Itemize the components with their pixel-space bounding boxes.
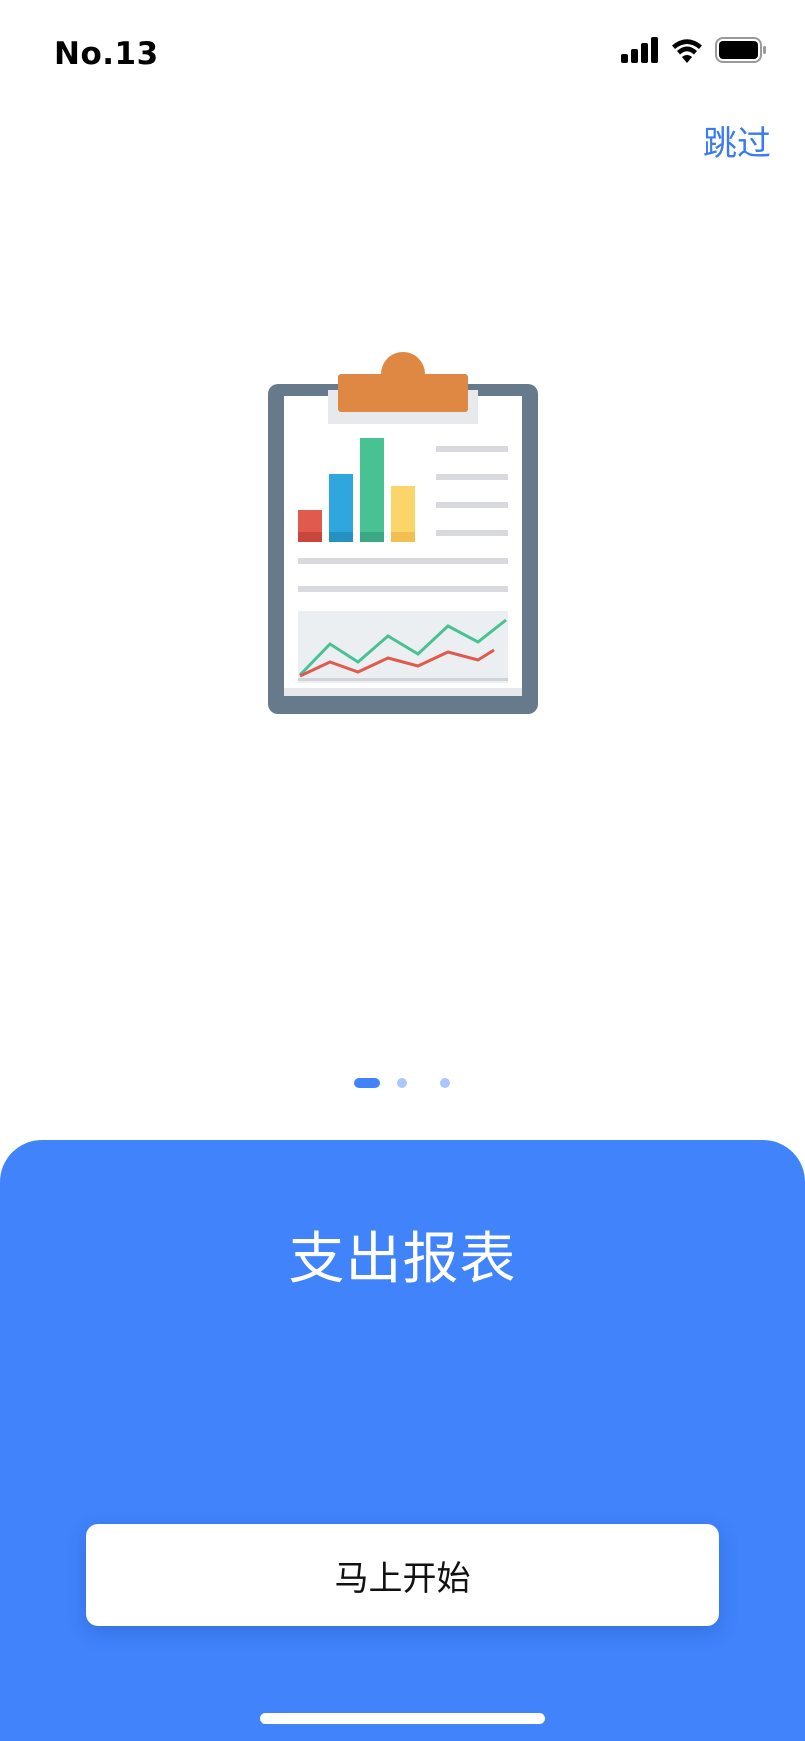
start-button-label: 马上开始 — [334, 1558, 471, 1599]
bar-blue — [329, 474, 353, 542]
page-dot-active[interactable] — [354, 1078, 380, 1088]
status-icons — [621, 36, 767, 68]
signal-icon — [621, 37, 659, 67]
page-title: 支出报表 — [288, 1227, 517, 1292]
status-time: No.13 — [54, 36, 159, 72]
page-dot[interactable] — [440, 1078, 450, 1088]
clipboard-report-icon — [266, 352, 540, 714]
wifi-icon — [671, 37, 703, 67]
skip-button[interactable]: 跳过 — [703, 122, 771, 166]
status-bar: No.13 — [0, 0, 805, 100]
mini-chart-panel — [298, 611, 508, 683]
battery-icon — [715, 37, 767, 67]
home-indicator[interactable] — [260, 1713, 545, 1724]
page-dot[interactable] — [397, 1078, 407, 1088]
bottom-sheet: 支出报表 马上开始 — [0, 1140, 805, 1741]
start-button[interactable]: 马上开始 — [86, 1524, 719, 1626]
page-indicator[interactable] — [354, 1077, 454, 1089]
bar-green — [360, 438, 384, 542]
clip — [338, 374, 468, 412]
